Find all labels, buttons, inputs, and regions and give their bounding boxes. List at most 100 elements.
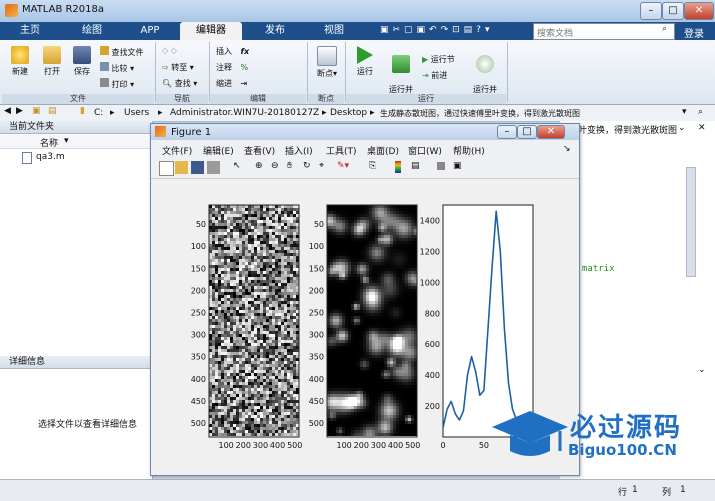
nav-back-forward[interactable]: ◇ ◇ [162,46,177,55]
image-pixel [345,367,348,370]
advance-button[interactable]: ⇥ 前进 [422,70,447,81]
zoom-out-icon[interactable]: ⊖ [271,161,279,171]
insert-button[interactable]: 插入 fx [216,46,249,57]
tab-view[interactable]: 视图 [314,22,354,40]
colorbar-icon[interactable] [395,161,401,173]
show-tools-icon[interactable]: ▣ [453,161,462,171]
brush-icon[interactable]: ✎▾ [337,161,349,171]
forward-arrow-icon[interactable]: ▶ [16,106,23,116]
maximize-button[interactable]: □ [662,2,684,20]
new-figure-icon[interactable] [159,161,174,176]
open-file-icon[interactable] [175,161,188,174]
tab-editor[interactable]: 编辑器 [180,22,242,40]
image-pixel [266,265,269,268]
image-pixel [263,367,266,370]
compare-button[interactable]: 比较 ▾ [100,62,134,74]
breadcrumb-folder[interactable]: 生成静态散斑图，通过快速傅里叶变换，得到激光散斑图 [380,108,580,119]
menu-file[interactable]: 文件(F) [162,144,192,157]
new-button[interactable]: 新建 [6,46,34,77]
browse-folder-icon[interactable]: ▤ [48,106,57,116]
image-pixel [381,238,384,241]
image-pixel [330,370,333,373]
run-button[interactable]: 运行 [350,46,380,77]
image-pixel [263,418,266,421]
menu-view[interactable]: 查看(V) [244,144,275,157]
save-figure-icon[interactable] [191,161,204,174]
image-pixel [215,319,218,322]
legend-icon[interactable]: ▤ [411,161,420,171]
close-button[interactable]: ✕ [684,2,714,20]
editor-scrollbar[interactable] [686,167,696,277]
figure-minimize-button[interactable]: – [497,125,517,139]
image-pixel [336,313,339,316]
open-button[interactable]: 打开 [38,46,66,77]
goto-button[interactable]: ⇨ 转至 ▾ [162,62,194,73]
breadcrumb-users[interactable]: Users [124,108,149,118]
image-pixel [248,217,251,220]
breadcrumb-user[interactable]: Administrator.WIN7U-20180127Z [170,108,319,118]
image-pixel [330,220,333,223]
up-folder-icon[interactable]: ▣ [32,106,41,116]
tab-home[interactable]: 主页 [10,22,50,40]
image-pixel [378,412,381,415]
x-tick-label: 300 [253,441,268,450]
editor-collapse-icon[interactable]: ⌄ [678,123,686,133]
pointer-icon[interactable]: ↖ [233,161,241,171]
tab-plots[interactable]: 绘图 [72,22,112,40]
menu-window[interactable]: 窗口(W) [408,144,442,157]
image-pixel [266,349,269,352]
list-item[interactable]: qa3.m [22,151,142,164]
print-button[interactable]: 打印 ▾ [100,78,134,90]
panel-collapse-icon[interactable]: ⌄ [698,365,706,375]
column-header-name[interactable]: 名称 ▾ [0,135,152,149]
zoom-in-icon[interactable]: ⊕ [255,161,263,171]
breakpoints-button[interactable]: 断点▾ [312,46,342,79]
comment-button[interactable]: 注释 % [216,62,248,73]
hide-tools-icon[interactable] [437,162,445,170]
quick-access-toolbar[interactable]: ▣✂▢▣↶↷⊡▤?▾ [380,25,528,37]
menu-edit[interactable]: 编辑(E) [203,144,234,157]
indent-button[interactable]: 缩进 ⇥ [216,78,247,89]
image-pixel [278,259,281,262]
save-button[interactable]: 保存 [68,46,96,77]
image-pixel [390,229,393,232]
find-files-button[interactable]: 查找文件 [100,46,144,58]
search-input[interactable]: 搜索文档 ⌕ [533,23,675,40]
menu-desktop[interactable]: 桌面(D) [367,144,399,157]
menu-help[interactable]: 帮助(H) [453,144,485,157]
run-section-button[interactable]: ▶ 运行节 [422,54,455,65]
breadcrumb-desktop[interactable]: Desktop [330,108,367,118]
image-pixel [387,367,390,370]
tab-apps[interactable]: APP [130,22,170,40]
image-pixel [266,322,269,325]
link-plot-icon[interactable]: ⎘ [369,161,376,171]
image-pixel [215,385,218,388]
image-pixel [369,265,372,268]
image-pixel [269,337,272,340]
editor-close-icon[interactable]: ✕ [698,123,706,133]
image-pixel [354,367,357,370]
image-pixel [393,394,396,397]
image-pixel [357,271,360,274]
search-folder-icon[interactable]: ⌕ [698,107,703,117]
pan-icon[interactable]: ✋︎ [287,161,292,171]
image-pixel [357,283,360,286]
breadcrumb-drive[interactable]: C: [94,108,103,118]
print-figure-icon[interactable] [207,161,220,174]
image-pixel [351,304,354,307]
path-dropdown-icon[interactable]: ▾ [682,107,687,117]
tab-publish[interactable]: 发布 [255,22,295,40]
find-button[interactable]: 🔍︎ 查找 ▾ [162,78,197,89]
menu-tools[interactable]: 工具(T) [326,144,357,157]
data-cursor-icon[interactable]: ⌖ [319,161,324,171]
figure-close-button[interactable]: ✕ [537,125,565,139]
y-tick-label: 500 [191,419,206,428]
figure-maximize-button[interactable]: □ [517,125,537,139]
menu-dock-icon[interactable]: ↘ [563,144,571,154]
image-pixel [411,397,414,400]
minimize-button[interactable]: – [640,2,662,20]
back-arrow-icon[interactable]: ◀ [4,106,11,116]
rotate-icon[interactable]: ↻ [303,161,311,171]
menu-insert[interactable]: 插入(I) [285,144,313,157]
login-button[interactable]: 登录 [684,25,704,40]
